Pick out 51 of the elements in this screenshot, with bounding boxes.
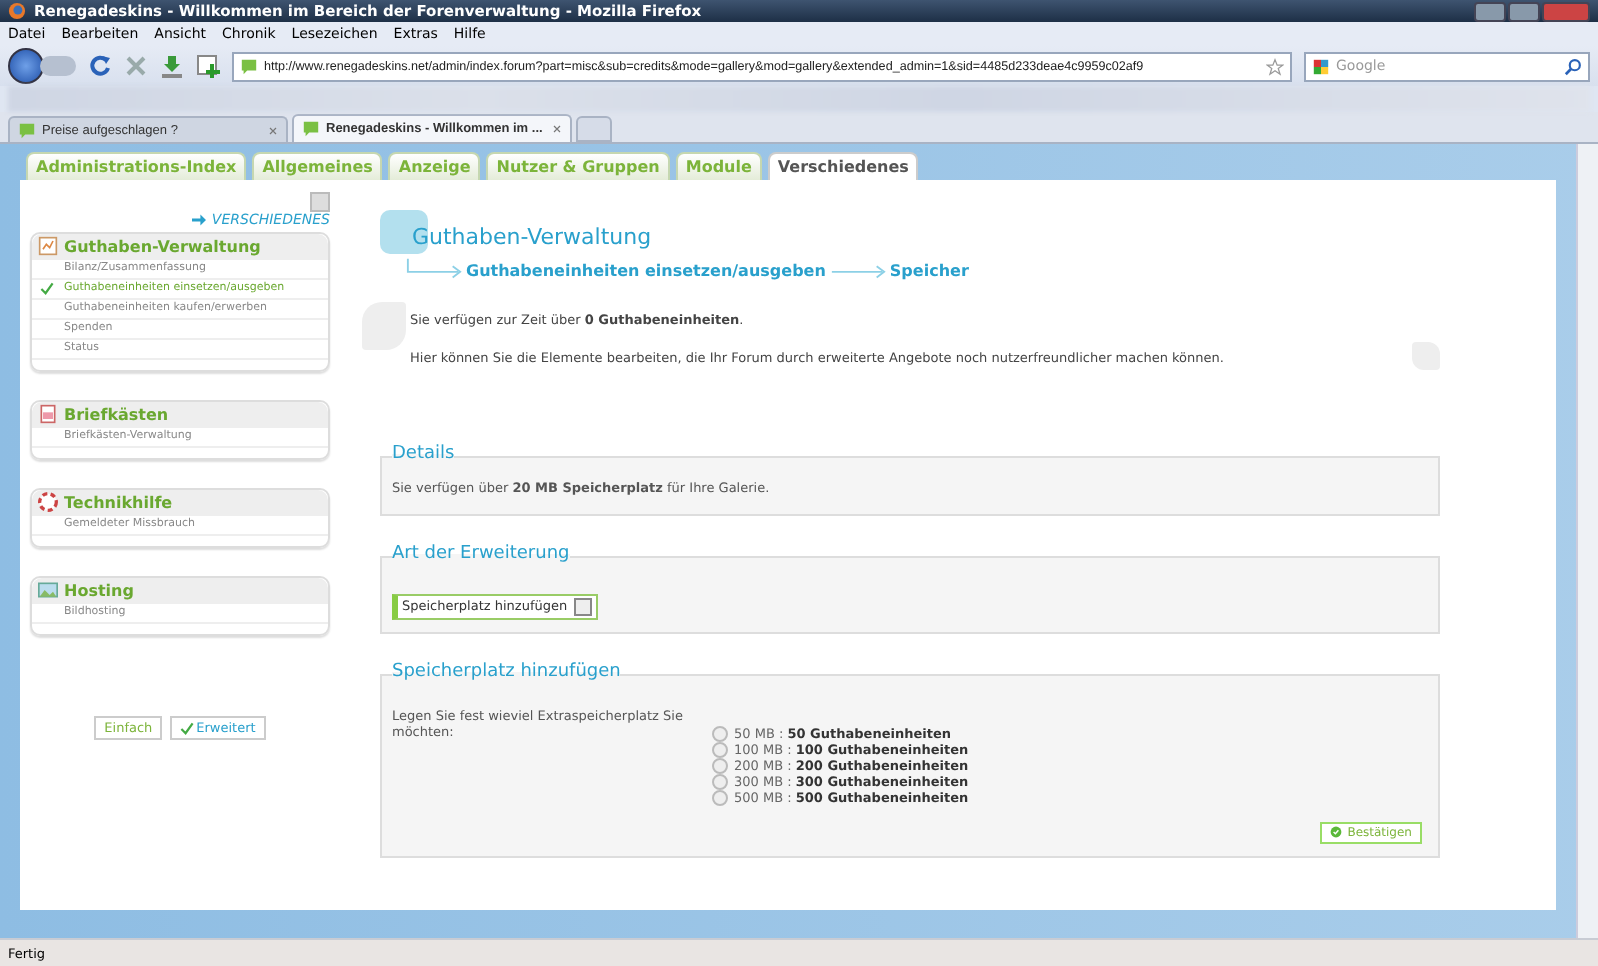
close-icon[interactable] — [552, 124, 562, 134]
breadcrumb-link[interactable]: Guthabeneinheiten einsetzen/ausgeben — [466, 261, 826, 279]
checkmark-icon — [40, 282, 54, 296]
admin-tab[interactable]: Verschiedenes — [767, 152, 919, 180]
arrow-icon — [406, 258, 462, 282]
mailbox-icon — [38, 404, 58, 424]
close-button[interactable] — [1542, 1, 1590, 21]
arrow-icon — [191, 214, 206, 226]
radio-button[interactable] — [712, 757, 728, 773]
close-icon[interactable] — [268, 125, 278, 135]
search-engine-icon — [1312, 57, 1330, 75]
group-title: Hosting — [64, 581, 134, 599]
radio-button[interactable] — [712, 741, 728, 757]
back-button[interactable] — [8, 48, 44, 84]
add-page-icon[interactable] — [196, 54, 220, 78]
checkmark-icon — [180, 721, 195, 735]
check-circle-icon — [1329, 826, 1342, 838]
admin-tab[interactable]: Allgemeines — [252, 152, 383, 180]
browser-logo-icon — [8, 2, 26, 20]
speech-bubble-icon — [302, 120, 320, 138]
group-title: Technikhilfe — [64, 493, 173, 511]
group-title: Guthaben-Verwaltung — [64, 237, 261, 255]
reload-icon[interactable] — [88, 54, 112, 78]
radio-button[interactable] — [712, 725, 728, 741]
stop-icon[interactable] — [124, 54, 148, 78]
image-icon — [38, 580, 58, 600]
search-icon[interactable] — [1564, 57, 1582, 75]
star-icon[interactable] — [1266, 57, 1284, 75]
speech-bubble-icon — [240, 57, 258, 75]
collapse-button[interactable] — [310, 192, 330, 212]
maximize-button[interactable] — [1508, 1, 1540, 21]
chart-icon — [38, 236, 58, 256]
radio-button[interactable] — [712, 789, 728, 805]
page-title: Guthaben-Verwaltung — [412, 223, 652, 249]
speech-bubble-icon — [18, 121, 36, 139]
panel-title: Details — [392, 444, 455, 464]
radio-button[interactable] — [712, 773, 728, 789]
panel-title: Art der Erweiterung — [392, 544, 570, 564]
lifebuoy-icon — [38, 492, 58, 512]
breadcrumb-link[interactable]: Speicher — [889, 261, 969, 279]
scrollbar[interactable] — [1576, 144, 1598, 938]
admin-tab[interactable]: Module — [675, 152, 762, 180]
forward-button[interactable] — [40, 56, 76, 76]
panel-title: Speicherplatz hinzufügen — [392, 661, 621, 681]
admin-tab[interactable]: Administrations-Index — [26, 152, 247, 180]
new-tab-button[interactable] — [576, 116, 612, 142]
download-icon[interactable] — [160, 54, 184, 78]
minimize-button[interactable] — [1474, 1, 1506, 21]
admin-tab[interactable]: Nutzer & Gruppen — [486, 152, 670, 180]
admin-tab[interactable]: Anzeige — [388, 152, 481, 180]
group-title: Briefkästen — [64, 405, 169, 423]
